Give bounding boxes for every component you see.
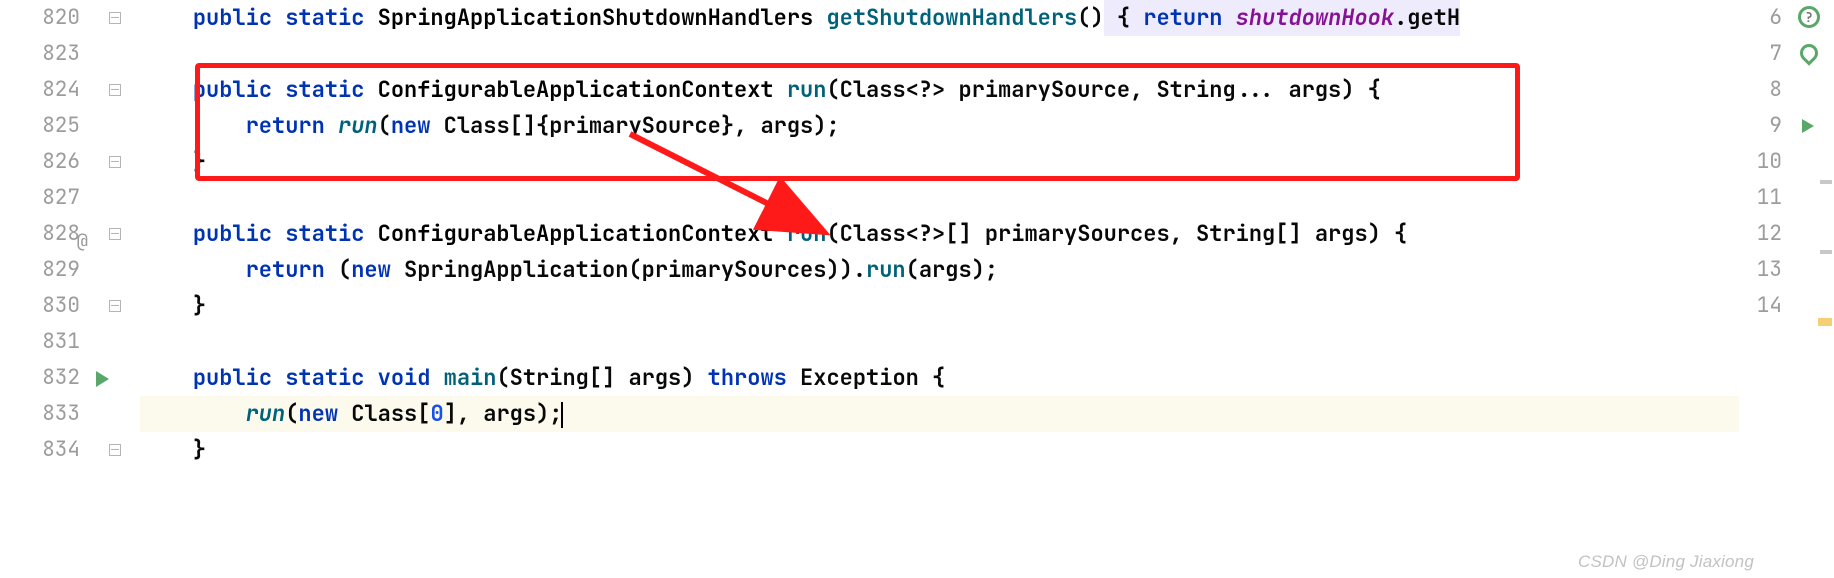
- right-line-number: 7: [1739, 36, 1794, 72]
- line-number: 830: [0, 288, 90, 324]
- gutter[interactable]: [90, 432, 140, 468]
- code-line[interactable]: 834 }: [0, 432, 1834, 468]
- code-line[interactable]: 820 public static SpringApplicationShutd…: [0, 0, 1834, 36]
- code-text[interactable]: return (new SpringApplication(primarySou…: [140, 252, 1739, 288]
- line-number: 826: [0, 144, 90, 180]
- code-text[interactable]: public static SpringApplicationShutdownH…: [140, 0, 1739, 36]
- code-text[interactable]: }: [140, 144, 1739, 180]
- right-line-number: 14: [1739, 288, 1794, 324]
- right-line-number: 6: [1739, 0, 1794, 36]
- gutter[interactable]: [90, 108, 140, 144]
- line-number: 832: [0, 360, 90, 396]
- right-line-number: 8: [1739, 72, 1794, 108]
- mark[interactable]: [1820, 250, 1832, 254]
- code-line[interactable]: 831: [0, 324, 1834, 360]
- fold-collapse-icon[interactable]: [109, 228, 121, 240]
- editor[interactable]: 820 public static SpringApplicationShutd…: [0, 0, 1834, 578]
- gutter[interactable]: [90, 36, 140, 72]
- run-gutter-icon[interactable]: [96, 371, 109, 387]
- gutter[interactable]: [90, 144, 140, 180]
- code-line[interactable]: 829 return (new SpringApplication(primar…: [0, 252, 1834, 288]
- fold-end-icon[interactable]: [109, 156, 121, 168]
- fold-expand-icon[interactable]: [109, 12, 121, 24]
- code-line[interactable]: 828@ public static ConfigurableApplicati…: [0, 216, 1834, 252]
- line-number: 827: [0, 180, 90, 216]
- line-number: 823: [0, 36, 90, 72]
- code-text[interactable]: public static ConfigurableApplicationCon…: [140, 216, 1739, 252]
- code-line[interactable]: 833 run(new Class[0], args);: [0, 396, 1834, 432]
- fold-end-icon[interactable]: [109, 300, 121, 312]
- right-line-number: 9: [1739, 108, 1794, 144]
- gutter[interactable]: [90, 252, 140, 288]
- line-number: 833: [0, 396, 90, 432]
- gutter[interactable]: [90, 324, 140, 360]
- scrollbar-marks[interactable]: [1816, 0, 1834, 578]
- gutter[interactable]: [90, 288, 140, 324]
- line-number: 824: [0, 72, 90, 108]
- right-line-number: 11: [1739, 180, 1794, 216]
- gutter[interactable]: [90, 72, 140, 108]
- gutter[interactable]: [90, 0, 140, 36]
- run-icon[interactable]: [1802, 119, 1814, 133]
- code-line[interactable]: 825 return run(new Class[]{primarySource…: [0, 108, 1834, 144]
- mark[interactable]: [1820, 180, 1832, 184]
- gutter[interactable]: [90, 180, 140, 216]
- code-text[interactable]: }: [140, 432, 1739, 468]
- right-line-number: 13: [1739, 252, 1794, 288]
- line-number: 831: [0, 324, 90, 360]
- gutter[interactable]: [90, 360, 140, 396]
- code-line[interactable]: 823 7: [0, 36, 1834, 72]
- fold-end-icon[interactable]: [109, 444, 121, 456]
- mark[interactable]: [1818, 318, 1832, 326]
- code-line[interactable]: 824 public static ConfigurableApplicatio…: [0, 72, 1834, 108]
- code-line[interactable]: 827 11: [0, 180, 1834, 216]
- line-number: 829: [0, 252, 90, 288]
- right-line-number: 12: [1739, 216, 1794, 252]
- gutter[interactable]: [90, 216, 140, 252]
- code-line[interactable]: 830 } 14: [0, 288, 1834, 324]
- watermark: CSDN @Ding Jiaxiong: [1578, 552, 1754, 572]
- code-line[interactable]: 832 public static void main(String[] arg…: [0, 360, 1834, 396]
- right-line-number: 10: [1739, 144, 1794, 180]
- code-line[interactable]: 826 } 10: [0, 144, 1834, 180]
- gutter[interactable]: [90, 396, 140, 432]
- fold-collapse-icon[interactable]: [109, 84, 121, 96]
- line-number: 828@: [0, 216, 90, 252]
- code-text[interactable]: run(new Class[0], args);: [140, 396, 1739, 432]
- code-text[interactable]: public static void main(String[] args) t…: [140, 360, 1739, 396]
- text-caret: [561, 402, 563, 428]
- line-number: 834: [0, 432, 90, 468]
- line-number: 825: [0, 108, 90, 144]
- line-number: 820: [0, 0, 90, 36]
- code-text[interactable]: public static ConfigurableApplicationCon…: [140, 72, 1739, 108]
- code-text[interactable]: }: [140, 288, 1739, 324]
- code-text[interactable]: return run(new Class[]{primarySource}, a…: [140, 108, 1739, 144]
